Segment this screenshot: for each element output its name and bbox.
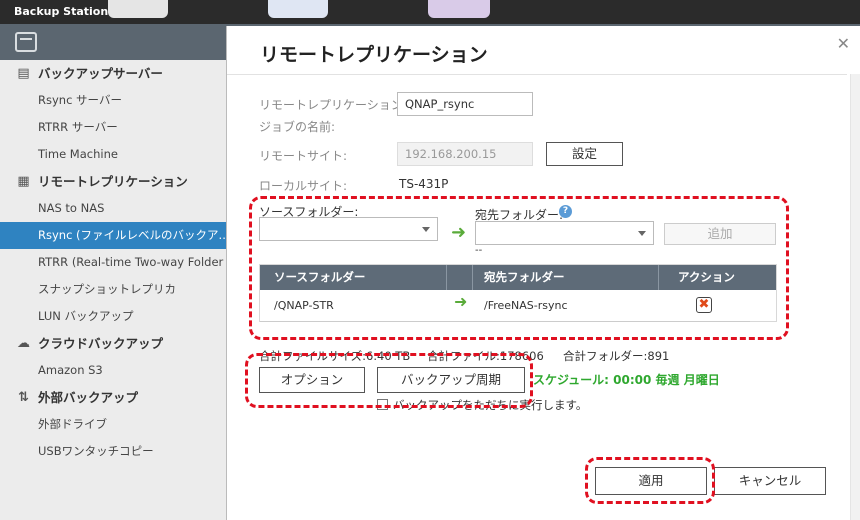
sidebar-group-cloud-backup[interactable]: ☁ クラウドバックアップ bbox=[0, 330, 226, 357]
remote-site-label: リモートサイト: bbox=[259, 149, 348, 163]
app-tile-2[interactable] bbox=[268, 0, 328, 18]
sidebar-group-backup-server[interactable]: ▤ バックアップサーバー bbox=[0, 60, 226, 87]
total-folders: 合計フォルダー:891 bbox=[563, 349, 670, 363]
cancel-button[interactable]: キャンセル bbox=[714, 467, 826, 495]
sidebar-group-label: クラウドバックアップ bbox=[38, 336, 164, 351]
sidebar-item-lun-backup[interactable]: LUN バックアップ bbox=[0, 303, 226, 330]
sidebar-item-rtrr[interactable]: RTRR (Real-time Two-way Folder Sy... bbox=[0, 249, 226, 276]
sidebar-item-amazon-s3[interactable]: Amazon S3 bbox=[0, 357, 226, 384]
sidebar-group-remote-replication[interactable]: ▦ リモートレプリケーション bbox=[0, 168, 226, 195]
sidebar-item-nas-to-nas[interactable]: NAS to NAS bbox=[0, 195, 226, 222]
highlight-folder-selection bbox=[249, 196, 789, 340]
sidebar-item-rsync-server[interactable]: Rsync サーバー bbox=[0, 87, 226, 114]
app-title: Backup Station bbox=[14, 5, 109, 18]
sidebar-item-usb-one-touch[interactable]: USBワンタッチコピー bbox=[0, 438, 226, 465]
settings-button[interactable]: 設定 bbox=[546, 142, 623, 166]
sidebar-group-label: バックアップサーバー bbox=[38, 66, 163, 81]
close-icon[interactable]: ✕ bbox=[837, 34, 850, 53]
title-divider bbox=[227, 74, 847, 75]
schedule-text: スケジュール: 00:00 毎週 月曜日 bbox=[533, 373, 720, 387]
backup-station-app: Backup Station ▤ バックアップサーバー Rsync サーバー R… bbox=[0, 0, 860, 520]
local-site-value: TS-431P bbox=[399, 177, 449, 191]
app-tile-3[interactable] bbox=[428, 0, 490, 18]
remote-site-input: 192.168.200.15 bbox=[397, 142, 533, 166]
sidebar-group-label: 外部バックアップ bbox=[38, 390, 139, 405]
top-bar: Backup Station bbox=[0, 0, 860, 24]
sidebar-item-snapshot-replica[interactable]: スナップショットレプリカ bbox=[0, 276, 226, 303]
sync-icon: ⇅ bbox=[18, 390, 29, 405]
remote-replication-dialog: リモートレプリケーション ✕ リモートレプリケーション ジョブの名前: QNAP… bbox=[226, 26, 860, 520]
replication-icon: ▦ bbox=[17, 174, 30, 189]
dialog-scrollbar[interactable] bbox=[850, 74, 860, 520]
cloud-icon: ☁ bbox=[17, 336, 30, 351]
job-name-label-2: ジョブの名前: bbox=[259, 120, 336, 134]
sidebar-item-rsync[interactable]: Rsync (ファイルレベルのバックア... bbox=[0, 222, 226, 249]
app-tile-1[interactable] bbox=[108, 0, 168, 18]
sidebar: ▤ バックアップサーバー Rsync サーバー RTRR サーバー Time M… bbox=[0, 60, 226, 520]
panel-toggle-icon[interactable] bbox=[15, 32, 37, 52]
sidebar-item-rtrr-server[interactable]: RTRR サーバー bbox=[0, 114, 226, 141]
local-site-label: ローカルサイト: bbox=[259, 179, 348, 193]
server-icon: ▤ bbox=[17, 66, 30, 81]
sidebar-item-external-drive[interactable]: 外部ドライブ bbox=[0, 411, 226, 438]
highlight-options-schedule bbox=[245, 353, 533, 408]
sidebar-group-label: リモートレプリケーション bbox=[38, 174, 188, 189]
sidebar-item-time-machine[interactable]: Time Machine bbox=[0, 141, 226, 168]
dialog-title: リモートレプリケーション bbox=[260, 44, 488, 66]
sidebar-group-external-backup[interactable]: ⇅ 外部バックアップ bbox=[0, 384, 226, 411]
job-name-input[interactable]: QNAP_rsync bbox=[397, 92, 533, 116]
highlight-apply bbox=[585, 457, 715, 504]
job-name-label: リモートレプリケーション bbox=[259, 98, 403, 112]
